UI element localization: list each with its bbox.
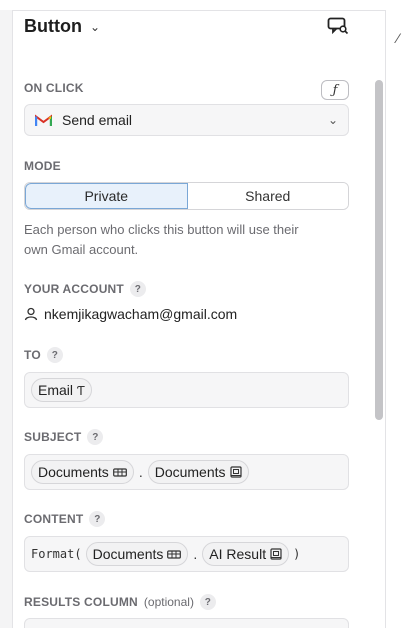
subject-label: SUBJECT ? bbox=[24, 429, 104, 445]
text-type-icon: Ƭ bbox=[77, 382, 85, 398]
panel-header[interactable]: Button ⌄ bbox=[24, 16, 100, 37]
help-icon[interactable]: ? bbox=[129, 281, 146, 297]
table-icon bbox=[167, 549, 182, 559]
column-chip[interactable]: AI Result bbox=[202, 542, 290, 566]
help-icon[interactable]: ? bbox=[87, 429, 104, 445]
mode-label: MODE bbox=[24, 159, 61, 173]
table-chip[interactable]: Documents bbox=[85, 542, 189, 566]
scrollbar[interactable] bbox=[375, 80, 383, 420]
to-label: TO ? bbox=[24, 347, 63, 363]
action-select[interactable]: Send email ⌄ bbox=[24, 104, 349, 136]
subject-field[interactable]: Documents . Documents bbox=[24, 454, 349, 490]
separator: . bbox=[193, 546, 198, 562]
help-icon[interactable]: ? bbox=[199, 594, 216, 610]
table-chip[interactable]: Documents bbox=[31, 460, 134, 484]
top-bar bbox=[0, 0, 404, 10]
gmail-icon bbox=[35, 114, 52, 126]
mode-shared-option[interactable]: Shared bbox=[187, 183, 348, 209]
results-column-label: RESULTS COLUMN (optional) ? bbox=[24, 594, 216, 610]
to-field[interactable]: Email Ƭ bbox=[24, 372, 349, 408]
document-column-icon bbox=[270, 548, 282, 560]
table-icon bbox=[112, 467, 127, 477]
pencil-icon: ⁄ bbox=[397, 30, 400, 46]
account-row: nkemjikagwacham@gmail.com bbox=[24, 306, 237, 322]
comment-icon[interactable] bbox=[327, 17, 349, 35]
separator: . bbox=[138, 464, 143, 480]
page: ⁄ Button ⌄ ON CLICK ƒ Send email ⌄ MODE … bbox=[0, 0, 404, 628]
formula-button[interactable]: ƒ bbox=[321, 80, 349, 100]
on-click-label: ON CLICK bbox=[24, 81, 84, 95]
action-select-value: Send email bbox=[62, 112, 133, 128]
help-icon[interactable]: ? bbox=[46, 347, 63, 363]
user-icon bbox=[24, 307, 38, 321]
content-field[interactable]: Format( Documents . AI Result ) bbox=[24, 536, 349, 572]
format-close: ) bbox=[293, 547, 301, 561]
mode-description: Each person who clicks this button will … bbox=[24, 222, 299, 257]
optional-tag: (optional) bbox=[143, 595, 194, 609]
column-chip[interactable]: Documents bbox=[147, 460, 249, 484]
right-edge: ⁄ bbox=[386, 0, 404, 628]
account-label: YOUR ACCOUNT ? bbox=[24, 281, 146, 297]
mode-private-option[interactable]: Private bbox=[25, 183, 188, 209]
format-function: Format( bbox=[31, 547, 82, 561]
chevron-down-icon: ⌄ bbox=[327, 113, 338, 127]
results-column-field[interactable] bbox=[24, 618, 349, 628]
column-chip[interactable]: Email Ƭ bbox=[31, 378, 92, 402]
chevron-down-icon: ⌄ bbox=[89, 19, 101, 34]
panel-title: Button bbox=[24, 16, 82, 36]
document-column-icon bbox=[229, 466, 242, 478]
account-email: nkemjikagwacham@gmail.com bbox=[44, 306, 238, 322]
content-label: CONTENT ? bbox=[24, 511, 106, 527]
mode-toggle[interactable]: Private Shared bbox=[24, 182, 349, 210]
help-icon[interactable]: ? bbox=[89, 511, 106, 527]
